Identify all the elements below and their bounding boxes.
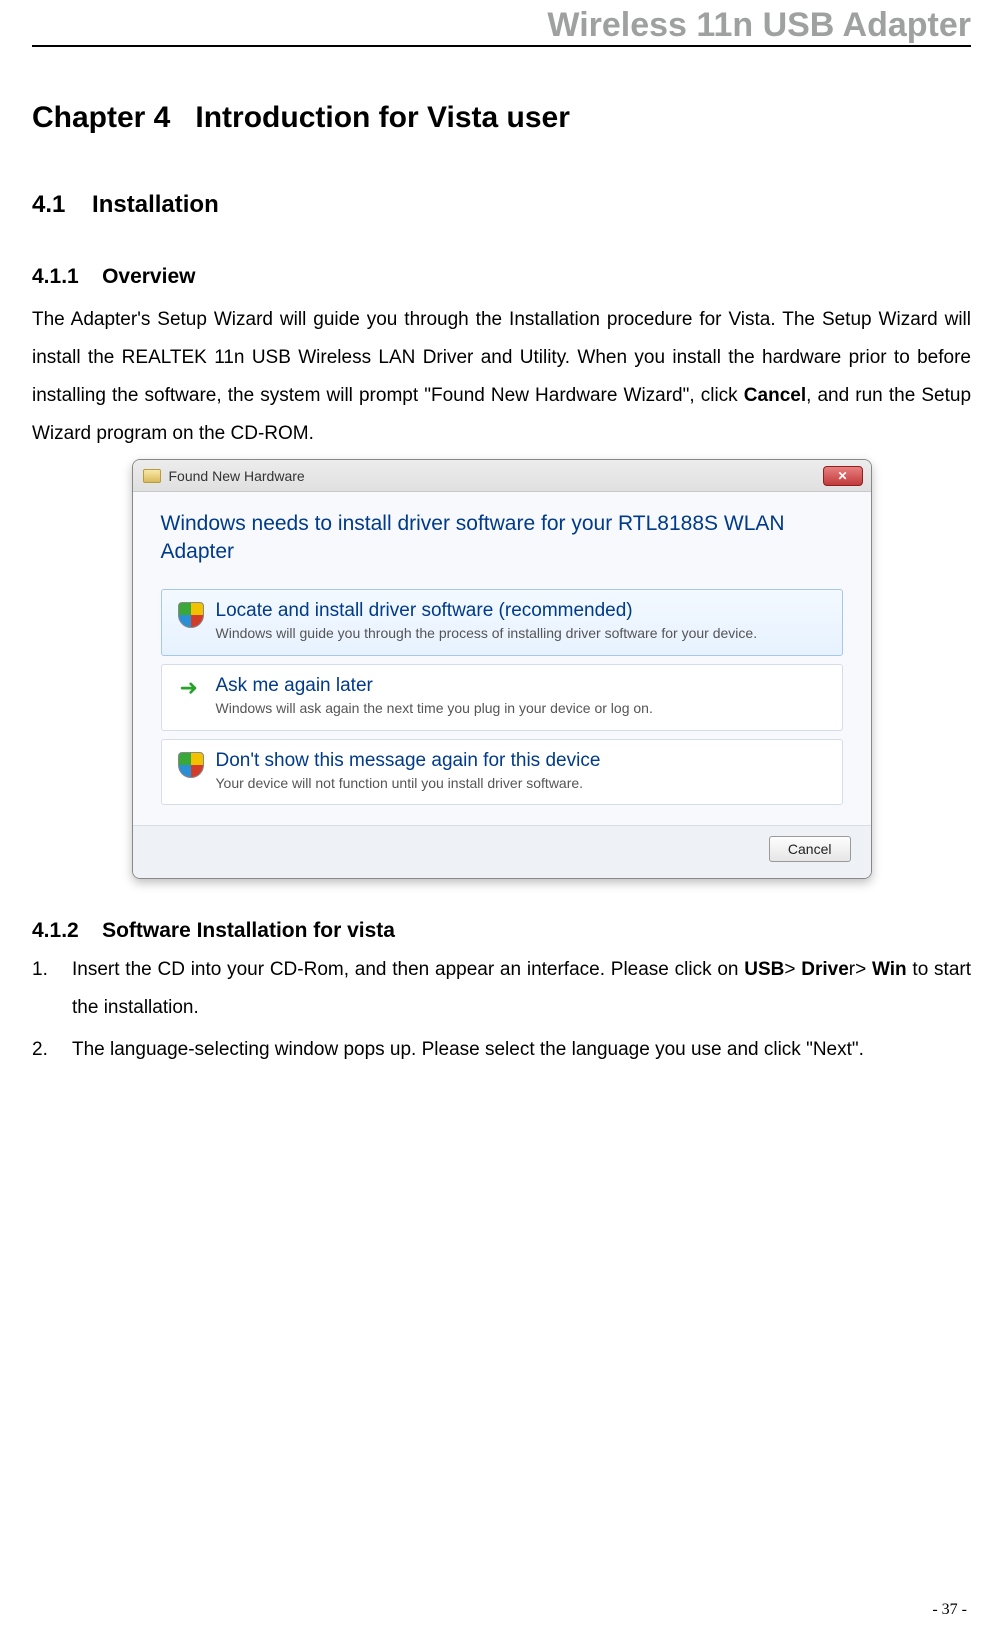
arrow-icon (178, 677, 204, 703)
found-new-hardware-dialog: Found New Hardware ✕ Windows needs to in… (132, 459, 872, 879)
overview-paragraph: The Adapter's Setup Wizard will guide yo… (32, 301, 971, 453)
option-dont-show[interactable]: Don't show this message again for this d… (161, 739, 843, 806)
section-number: 4.1 (32, 191, 65, 218)
chapter-number: Chapter 4 (32, 101, 170, 134)
subsection-number: 4.1.1 (32, 265, 79, 288)
list-body: Insert the CD into your CD-Rom, and then… (72, 951, 971, 1027)
hardware-icon (143, 469, 161, 483)
dialog-titlebar: Found New Hardware ✕ (133, 460, 871, 492)
list-body: The language-selecting window pops up. P… (72, 1031, 971, 1069)
step1-pre: Insert the CD into your CD-Rom, and then… (72, 959, 744, 980)
subsection-name: Software Installation for vista (102, 919, 395, 942)
step1-b1: USB (744, 959, 784, 980)
subsection-412-title: 4.1.2 Software Installation for vista (32, 919, 971, 943)
list-number: 1. (32, 951, 72, 1027)
step1-b2: Drive (801, 959, 849, 980)
option-desc: Your device will not function until you … (216, 774, 826, 793)
option-title: Don't show this message again for this d… (216, 750, 826, 772)
vista-dialog-figure: Found New Hardware ✕ Windows needs to in… (32, 459, 971, 879)
step1-b3: Win (872, 959, 907, 980)
option-desc: Windows will guide you through the proce… (216, 624, 826, 643)
step1-mid2: r> (849, 959, 872, 980)
install-steps-list: 1. Insert the CD into your CD-Rom, and t… (32, 951, 971, 1069)
list-item: 1. Insert the CD into your CD-Rom, and t… (32, 951, 971, 1027)
overview-text-bold: Cancel (744, 385, 806, 406)
section-title: 4.1 Installation (32, 191, 971, 219)
dialog-title-text: Found New Hardware (169, 468, 305, 484)
option-locate-install[interactable]: Locate and install driver software (reco… (161, 589, 843, 656)
header-title: Wireless 11n USB Adapter (32, 6, 971, 45)
subsection-name: Overview (102, 265, 195, 288)
subsection-411-title: 4.1.1 Overview (32, 265, 971, 289)
option-title: Ask me again later (216, 675, 826, 697)
step1-mid1: > (784, 959, 801, 980)
list-number: 2. (32, 1031, 72, 1069)
chapter-name: Introduction for Vista user (195, 101, 570, 134)
option-title: Locate and install driver software (reco… (216, 600, 826, 622)
section-name: Installation (92, 191, 219, 218)
shield-icon (178, 752, 204, 778)
shield-icon (178, 602, 204, 628)
close-icon: ✕ (837, 469, 847, 483)
page-number: - 37 - (932, 1601, 967, 1619)
option-desc: Windows will ask again the next time you… (216, 699, 826, 718)
list-item: 2. The language-selecting window pops up… (32, 1031, 971, 1069)
chapter-title: Chapter 4 Introduction for Vista user (32, 101, 971, 135)
close-button[interactable]: ✕ (823, 466, 863, 486)
cancel-button[interactable]: Cancel (769, 836, 851, 862)
document-header: Wireless 11n USB Adapter (32, 6, 971, 47)
option-ask-later[interactable]: Ask me again later Windows will ask agai… (161, 664, 843, 731)
subsection-number: 4.1.2 (32, 919, 79, 942)
dialog-heading: Windows needs to install driver software… (161, 510, 843, 567)
